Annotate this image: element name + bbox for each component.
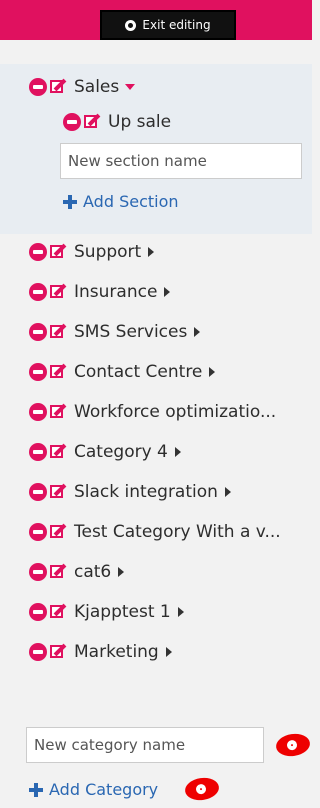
top-bar: Exit editing	[0, 0, 312, 40]
category-row[interactable]: Insurance	[29, 270, 171, 314]
edit-icon[interactable]	[84, 113, 102, 131]
category-label: Marketing	[74, 642, 159, 662]
category-label: Kjapptest 1	[74, 602, 171, 622]
category-row[interactable]: Marketing	[29, 630, 172, 674]
category-label: Support	[74, 242, 142, 262]
remove-icon[interactable]	[29, 323, 47, 341]
edit-icon[interactable]	[50, 643, 68, 661]
exit-editing-button[interactable]: Exit editing	[100, 10, 236, 40]
chevron-right-icon	[194, 327, 201, 337]
category-row[interactable]: Contact Centre	[29, 350, 216, 394]
edit-icon[interactable]	[50, 483, 68, 501]
edit-icon[interactable]	[50, 78, 68, 96]
remove-icon[interactable]	[29, 643, 47, 661]
edit-icon[interactable]	[50, 403, 68, 421]
edit-icon[interactable]	[50, 243, 68, 261]
category-label: Test Category With a v...	[74, 522, 281, 542]
chevron-right-icon	[224, 487, 231, 497]
plus-icon	[63, 194, 77, 209]
category-row[interactable]: SMS Services	[29, 310, 201, 354]
chevron-right-icon	[174, 447, 181, 457]
chevron-right-icon	[209, 367, 216, 377]
remove-icon[interactable]	[29, 523, 47, 541]
category-row[interactable]: Workforce optimizatio...	[29, 390, 276, 434]
remove-icon[interactable]	[29, 363, 47, 381]
subsection-label: Up sale	[108, 112, 172, 132]
remove-icon[interactable]	[29, 563, 47, 581]
category-label: Slack integration	[74, 482, 218, 502]
remove-icon[interactable]	[63, 113, 81, 131]
remove-icon[interactable]	[29, 243, 47, 261]
add-section-label: Add Section	[83, 192, 179, 211]
new-section-input[interactable]: New section name	[60, 143, 302, 179]
category-row[interactable]: Test Category With a v...	[29, 510, 281, 554]
chevron-right-icon	[164, 287, 171, 297]
new-category-input[interactable]: New category name	[26, 727, 264, 763]
subsection-row-up-sale[interactable]: Up sale	[63, 100, 171, 144]
category-label: cat6	[74, 562, 112, 582]
settings-icon	[125, 19, 137, 31]
chevron-right-icon	[148, 247, 155, 257]
edit-icon[interactable]	[50, 283, 68, 301]
edit-icon[interactable]	[50, 443, 68, 461]
category-row[interactable]: Slack integration	[29, 470, 231, 514]
category-label: Category 4	[74, 442, 168, 462]
category-label: Insurance	[74, 282, 158, 302]
category-row[interactable]: Category 4	[29, 430, 181, 474]
edit-icon[interactable]	[50, 323, 68, 341]
category-label: Sales	[74, 77, 120, 97]
remove-icon[interactable]	[29, 78, 47, 96]
remove-icon[interactable]	[29, 403, 47, 421]
category-label: Contact Centre	[74, 362, 203, 382]
add-category-button[interactable]: Add Category	[29, 780, 158, 799]
edit-icon[interactable]	[50, 363, 68, 381]
edit-icon[interactable]	[50, 523, 68, 541]
chevron-right-icon	[165, 647, 172, 657]
category-row[interactable]: Support	[29, 230, 155, 274]
chevron-down-icon	[125, 84, 136, 90]
add-category-label: Add Category	[49, 780, 159, 799]
remove-icon[interactable]	[29, 603, 47, 621]
category-row[interactable]: Kjapptest 1	[29, 590, 184, 634]
eye-icon	[274, 731, 312, 759]
category-label: Workforce optimizatio...	[74, 402, 277, 422]
exit-editing-label: Exit editing	[142, 18, 211, 32]
edit-icon[interactable]	[50, 603, 68, 621]
add-section-button[interactable]: Add Section	[63, 192, 179, 211]
remove-icon[interactable]	[29, 443, 47, 461]
edit-icon[interactable]	[50, 563, 68, 581]
category-label: SMS Services	[74, 322, 188, 342]
remove-icon[interactable]	[29, 283, 47, 301]
eye-icon	[183, 775, 221, 803]
remove-icon[interactable]	[29, 483, 47, 501]
plus-icon	[29, 782, 43, 797]
chevron-right-icon	[118, 567, 125, 577]
category-row[interactable]: cat6	[29, 550, 125, 594]
chevron-right-icon	[177, 607, 184, 617]
